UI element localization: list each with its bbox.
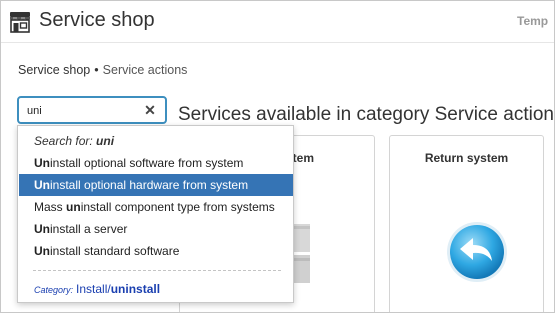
suggestion-item[interactable]: Uninstall optional software from system	[19, 152, 293, 174]
suggestion-item[interactable]: Uninstall standard software	[19, 240, 293, 262]
card-title: Return system	[424, 151, 509, 165]
app-header: Service shop Temp	[1, 1, 554, 43]
service-card-return-system[interactable]: Return system	[389, 135, 544, 312]
return-arrow-icon	[447, 222, 507, 282]
divider	[33, 270, 281, 271]
shop-icon	[10, 12, 30, 33]
search-box: ✕	[17, 96, 167, 124]
item-text: install component type from systems	[80, 200, 275, 214]
match-text: Un	[34, 156, 50, 170]
match-text: un	[66, 200, 81, 214]
item-text: install optional software from system	[50, 156, 244, 170]
breadcrumb-item-service-actions: Service actions	[102, 63, 188, 77]
breadcrumb-item-service-shop[interactable]: Service shop	[18, 63, 90, 77]
suggestion-item[interactable]: Uninstall a server	[19, 218, 293, 240]
category-suggestion[interactable]: Category: Install/uninstall	[34, 282, 160, 296]
match-text: Un	[34, 244, 50, 258]
window: Service shop Temp Service shop • Service a…	[0, 0, 555, 313]
suggestion-item[interactable]: Mass uninstall component type from syste…	[19, 196, 293, 218]
category-label: Category:	[34, 285, 74, 295]
section-heading: Services available in category Service a…	[178, 104, 555, 125]
close-icon[interactable]: ✕	[143, 100, 157, 120]
category-prefix: Install/	[76, 282, 111, 296]
category-match: uninstall	[110, 282, 161, 296]
breadcrumb-separator: •	[94, 63, 99, 77]
item-prefix: Mass	[34, 200, 67, 214]
search-for-option[interactable]: Search for: uni	[34, 134, 114, 148]
match-text: Un	[34, 222, 50, 236]
item-text: install optional hardware from system	[50, 178, 249, 192]
app-title: Service shop	[39, 9, 155, 31]
match-text: Un	[34, 178, 50, 192]
search-for-label: Search for:	[34, 134, 93, 148]
search-for-term: uni	[96, 134, 115, 148]
suggestion-item-selected[interactable]: Uninstall optional hardware from system	[19, 174, 293, 196]
item-text: install standard software	[50, 244, 180, 258]
item-text: install a server	[50, 222, 128, 236]
search-suggestions-dropdown: Search for: uni Uninstall optional softw…	[17, 125, 294, 303]
search-input[interactable]	[27, 102, 137, 120]
breadcrumb: Service shop • Service actions	[18, 63, 187, 77]
header-right-label[interactable]: Temp	[517, 14, 548, 28]
